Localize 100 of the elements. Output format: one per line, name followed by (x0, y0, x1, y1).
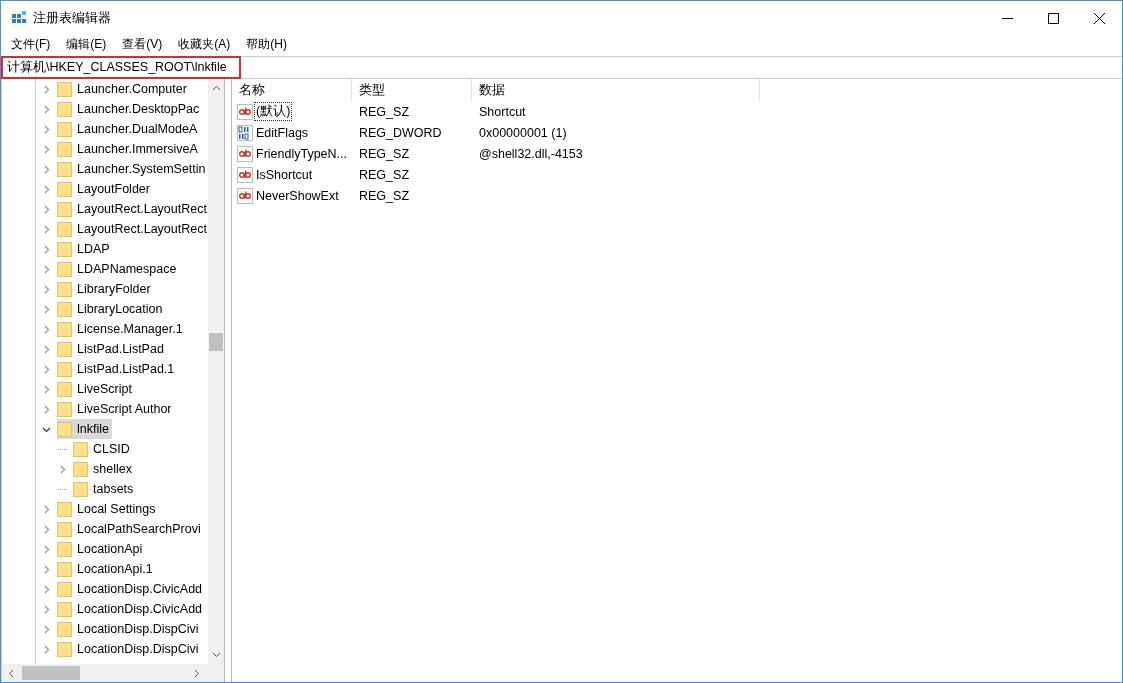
chevron-right-icon[interactable] (42, 324, 51, 334)
tree-item[interactable]: ListPad.ListPad.1 (57, 359, 178, 379)
folder-icon (57, 221, 72, 237)
chevron-right-icon[interactable] (42, 164, 51, 174)
chevron-right-icon[interactable] (42, 144, 51, 154)
string-value-icon (237, 103, 253, 120)
menu-item[interactable]: 帮助(H) (238, 36, 295, 53)
tree-item[interactable]: LocationDisp.CivicAdd (57, 599, 206, 619)
column-header[interactable]: 类型 (352, 79, 472, 101)
scrollbar-thumb[interactable] (209, 333, 223, 351)
chevron-right-icon[interactable] (42, 384, 51, 394)
menu-item[interactable]: 收藏夹(A) (170, 36, 239, 53)
value-type: REG_SZ (358, 167, 410, 182)
value-name[interactable]: FriendlyTypeN... (254, 145, 349, 162)
scroll-right-icon[interactable] (194, 668, 200, 678)
menu-item[interactable]: 编辑(E) (58, 36, 115, 53)
tree-item[interactable]: LayoutRect.LayoutRect (57, 219, 208, 239)
address-field[interactable]: 计算机\HKEY_CLASSES_ROOT\lnkfile (1, 56, 1122, 79)
folder-icon (57, 401, 72, 417)
tree-item[interactable]: shellex (73, 459, 135, 479)
tree-item[interactable]: Launcher.Computer (57, 79, 190, 99)
tree-item[interactable]: lnkfile (57, 419, 112, 439)
tree-item[interactable]: Local Settings (57, 499, 159, 519)
folder-icon (73, 481, 88, 497)
column-header[interactable]: 数据 (472, 79, 760, 101)
chevron-right-icon[interactable] (42, 344, 51, 354)
chevron-right-icon[interactable] (42, 604, 51, 614)
folder-icon (57, 261, 72, 277)
column-header[interactable]: 名称 (232, 79, 352, 101)
folder-icon (57, 301, 72, 317)
chevron-right-icon[interactable] (42, 244, 51, 254)
chevron-right-icon[interactable] (42, 84, 51, 94)
tree-item[interactable]: ListPad.ListPad (57, 339, 167, 359)
chevron-right-icon[interactable] (42, 524, 51, 534)
tree-item[interactable]: LocationApi (57, 539, 146, 559)
address-path: 计算机\HKEY_CLASSES_ROOT\lnkfile (1, 56, 241, 79)
tree-item[interactable]: LocationDisp.DispCivi (57, 639, 202, 659)
chevron-right-icon[interactable] (42, 404, 51, 414)
folder-icon (57, 181, 72, 197)
folder-icon (57, 361, 72, 377)
chevron-right-icon[interactable] (42, 504, 51, 514)
tree-item[interactable]: Launcher.DualModeA (57, 119, 201, 139)
binary-value-icon (237, 124, 253, 141)
tree-item[interactable]: LocationDisp.DispCivi (57, 619, 202, 639)
horizontal-scrollbar[interactable] (2, 664, 224, 682)
menu-item[interactable]: 查看(V) (114, 36, 171, 53)
tree-item[interactable]: Launcher.ImmersiveA (57, 139, 201, 159)
chevron-right-icon[interactable] (42, 124, 51, 134)
chevron-right-icon[interactable] (42, 284, 51, 294)
value-name[interactable]: (默认) (254, 102, 293, 121)
tree-item[interactable]: LocationDisp.CivicAdd (57, 579, 206, 599)
chevron-right-icon[interactable] (42, 624, 51, 634)
tree-item[interactable]: LDAPNamespace (57, 259, 180, 279)
value-data: 0x00000001 (1) (478, 125, 568, 140)
value-name[interactable]: EditFlags (254, 124, 311, 141)
chevron-right-icon[interactable] (42, 184, 51, 194)
scroll-down-icon[interactable] (211, 652, 221, 658)
folder-icon (73, 461, 88, 477)
folder-icon (73, 441, 88, 457)
close-icon (1093, 12, 1105, 24)
chevron-right-icon[interactable] (42, 264, 51, 274)
vertical-scrollbar[interactable] (208, 79, 224, 664)
chevron-right-icon[interactable] (42, 644, 51, 654)
tree-item[interactable]: License.Manager.1 (57, 319, 186, 339)
string-value-icon (237, 187, 253, 204)
folder-icon (57, 81, 72, 97)
tree-item[interactable]: CLSID (73, 439, 133, 459)
tree-item[interactable]: LibraryFolder (57, 279, 154, 299)
folder-icon (57, 501, 72, 517)
scrollbar-thumb[interactable] (22, 666, 80, 680)
folder-icon (57, 141, 72, 157)
tree-item[interactable]: LayoutFolder (57, 179, 153, 199)
chevron-right-icon[interactable] (42, 104, 51, 114)
tree-item[interactable]: Launcher.SystemSettin (57, 159, 208, 179)
chevron-right-icon[interactable] (42, 204, 51, 214)
chevron-right-icon[interactable] (42, 584, 51, 594)
chevron-right-icon[interactable] (42, 564, 51, 574)
tree-item[interactable]: LocalPathSearchProvi (57, 519, 204, 539)
value-data: Shortcut (478, 104, 527, 119)
chevron-right-icon[interactable] (42, 304, 51, 314)
scroll-up-icon[interactable] (211, 85, 221, 91)
menu-item[interactable]: 文件(F) (3, 36, 59, 53)
string-value-icon (237, 145, 253, 162)
tree-item[interactable]: LibraryLocation (57, 299, 166, 319)
tree-item[interactable]: tabsets (73, 479, 137, 499)
value-name[interactable]: NeverShowExt (254, 187, 341, 204)
tree-item[interactable]: LocationApi.1 (57, 559, 156, 579)
tree-item[interactable]: LiveScript (57, 379, 135, 399)
value-name[interactable]: IsShortcut (254, 166, 315, 183)
chevron-right-icon[interactable] (42, 224, 51, 234)
chevron-right-icon[interactable] (58, 464, 67, 474)
tree-item[interactable]: LiveScript Author (57, 399, 175, 419)
value-type: REG_DWORD (358, 125, 443, 140)
tree-item[interactable]: Launcher.DesktopPac (57, 99, 203, 119)
tree-item[interactable]: LDAP (57, 239, 113, 259)
chevron-right-icon[interactable] (42, 364, 51, 374)
value-type: REG_SZ (358, 188, 410, 203)
chevron-right-icon[interactable] (42, 544, 51, 554)
scroll-left-icon[interactable] (8, 668, 14, 678)
tree-item[interactable]: LayoutRect.LayoutRect (57, 199, 208, 219)
